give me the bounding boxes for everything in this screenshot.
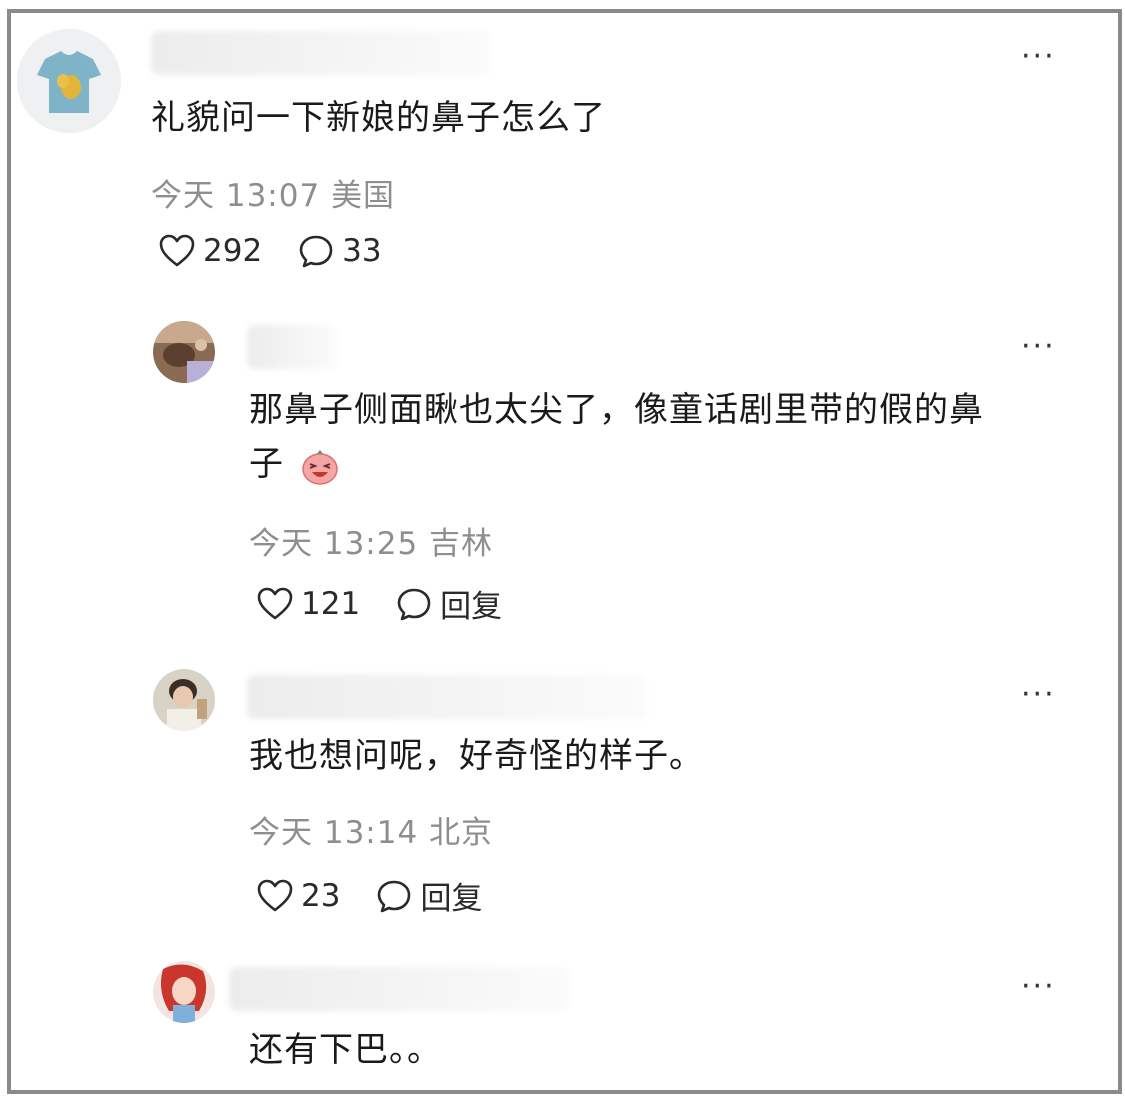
like-count: 23 bbox=[301, 877, 341, 914]
tshirt-avatar-icon bbox=[17, 29, 121, 133]
more-options-button[interactable]: ··· bbox=[1021, 332, 1056, 362]
reply-button[interactable]: 回复 bbox=[376, 873, 482, 918]
username-blurred[interactable] bbox=[247, 325, 337, 369]
comment-text: 我也想问呢，好奇怪的样子。 bbox=[249, 736, 704, 776]
comment-location: 吉林 bbox=[429, 526, 494, 562]
person-avatar-icon bbox=[153, 669, 215, 731]
like-count: 121 bbox=[301, 585, 361, 622]
like-count: 292 bbox=[203, 233, 263, 269]
comment-3: ··· 我也想问呢，好奇怪的样子。 今天 13:14 北京 23 回复 bbox=[11, 661, 1118, 921]
comment-2: ··· 那鼻子侧面瞅也太尖了，像童话剧里带的假的鼻 子 今天 13:25 吉林 … bbox=[11, 313, 1118, 633]
like-button[interactable]: 23 bbox=[257, 878, 340, 914]
avatar[interactable] bbox=[153, 669, 215, 731]
reply-count-button[interactable]: 33 bbox=[298, 233, 382, 269]
comment-time: 今天 13:07 bbox=[151, 178, 321, 214]
comment-actions: 292 33 bbox=[159, 233, 418, 269]
avatar[interactable] bbox=[153, 321, 215, 383]
comment-4: ··· 还有下巴。。 bbox=[11, 953, 1118, 1090]
speech-bubble-icon bbox=[378, 880, 411, 912]
username-blurred[interactable] bbox=[247, 675, 647, 719]
mermaid-avatar-icon bbox=[153, 961, 215, 1023]
more-options-button[interactable]: ··· bbox=[1021, 972, 1056, 1002]
more-options-button[interactable]: ··· bbox=[1021, 680, 1056, 710]
comment-actions: 23 回复 bbox=[257, 873, 518, 918]
like-button[interactable]: 121 bbox=[257, 586, 360, 622]
comment-time: 今天 13:14 bbox=[249, 815, 419, 851]
comment-text-line-1: 那鼻子侧面瞅也太尖了，像童话剧里带的假的鼻 bbox=[249, 390, 984, 430]
avatar[interactable] bbox=[17, 29, 121, 133]
username-blurred[interactable] bbox=[151, 31, 491, 75]
like-button[interactable]: 292 bbox=[159, 233, 262, 269]
reply-button[interactable]: 回复 bbox=[396, 581, 502, 626]
comment-location: 美国 bbox=[331, 178, 396, 214]
comment-meta: 今天 13:07 美国 bbox=[151, 170, 395, 215]
speech-bubble-icon bbox=[299, 235, 333, 268]
comment-meta: 今天 13:14 北京 bbox=[249, 807, 493, 852]
laughing-emoji-icon bbox=[302, 449, 338, 485]
comment-meta: 今天 13:25 吉林 bbox=[249, 518, 493, 563]
reply-label: 回复 bbox=[420, 881, 483, 917]
comment-text-line-2-content: 子 bbox=[249, 444, 284, 484]
comment-text-line-2: 子 bbox=[249, 437, 340, 491]
comment-text: 礼貌问一下新娘的鼻子怎么了 bbox=[151, 98, 606, 138]
comment-location: 北京 bbox=[429, 815, 494, 851]
avatar[interactable] bbox=[153, 961, 215, 1023]
reply-label: 回复 bbox=[440, 589, 503, 625]
more-options-button[interactable]: ··· bbox=[1021, 42, 1056, 72]
person-avatar-icon bbox=[153, 321, 215, 383]
speech-bubble-icon bbox=[397, 588, 431, 620]
heart-icon bbox=[257, 879, 293, 911]
heart-icon bbox=[257, 587, 293, 619]
comment-time: 今天 13:25 bbox=[249, 526, 419, 562]
comment-actions: 121 回复 bbox=[257, 581, 538, 626]
heart-icon bbox=[159, 234, 195, 267]
comment-text: 还有下巴。。 bbox=[249, 1030, 442, 1070]
username-blurred[interactable] bbox=[229, 967, 569, 1011]
screenshot-frame: ··· 礼貌问一下新娘的鼻子怎么了 今天 13:07 美国 292 33 ···… bbox=[7, 9, 1122, 1094]
comment-1: ··· 礼貌问一下新娘的鼻子怎么了 今天 13:07 美国 292 33 bbox=[11, 13, 1118, 293]
reply-count: 33 bbox=[342, 233, 382, 269]
